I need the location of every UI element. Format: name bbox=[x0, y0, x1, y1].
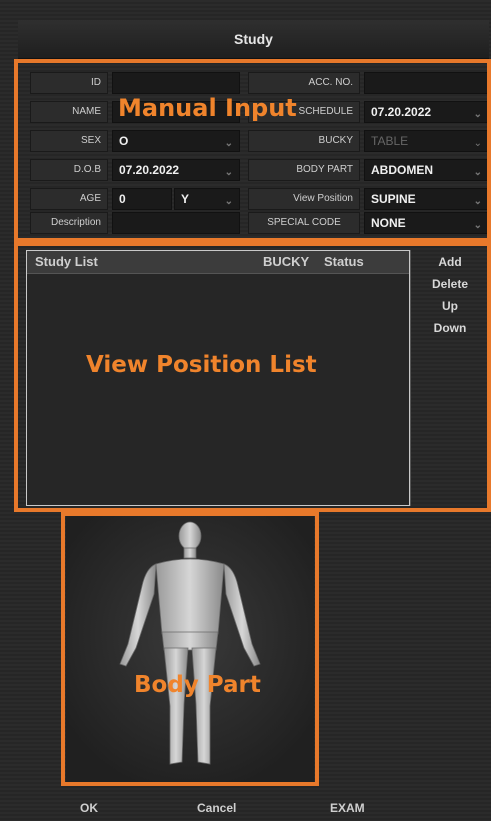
chevron-down-icon: ⌄ bbox=[224, 167, 233, 178]
description-label: Description bbox=[30, 212, 108, 234]
acc-no-label: ACC. NO. bbox=[248, 72, 360, 94]
study-list-header: Study List BUCKY Status bbox=[27, 251, 409, 274]
up-button[interactable]: Up bbox=[415, 299, 485, 313]
bucky-value: TABLE bbox=[371, 134, 409, 148]
id-label: ID bbox=[30, 72, 108, 94]
cancel-button[interactable]: Cancel bbox=[197, 801, 236, 815]
delete-button[interactable]: Delete bbox=[415, 277, 485, 291]
name-field[interactable] bbox=[112, 101, 240, 123]
sex-label: SEX bbox=[30, 130, 108, 152]
bucky-select[interactable]: TABLE ⌄ bbox=[364, 130, 489, 152]
column-header-bucky[interactable]: BUCKY bbox=[263, 254, 309, 269]
dob-value: 07.20.2022 bbox=[119, 163, 180, 177]
dob-label: D.O.B bbox=[30, 159, 108, 181]
special-code-select[interactable]: NONE ⌄ bbox=[364, 212, 489, 234]
column-header-status[interactable]: Status bbox=[324, 254, 364, 269]
window-title: Study bbox=[234, 31, 273, 47]
acc-no-field[interactable] bbox=[364, 72, 489, 94]
age-unit-select[interactable]: Y ⌄ bbox=[174, 188, 240, 210]
description-field[interactable] bbox=[112, 212, 240, 234]
body-part-label: BODY PART bbox=[248, 159, 360, 181]
column-header-study-list[interactable]: Study List bbox=[35, 254, 98, 269]
chevron-down-icon: ⌄ bbox=[473, 109, 482, 120]
down-button[interactable]: Down bbox=[415, 321, 485, 335]
window-title-bar: Study bbox=[18, 20, 489, 59]
view-position-value: SUPINE bbox=[371, 192, 416, 206]
sex-value: O bbox=[119, 134, 129, 148]
dob-select[interactable]: 07.20.2022 ⌄ bbox=[112, 159, 240, 181]
name-label: NAME bbox=[30, 101, 108, 123]
special-code-label: SPECIAL CODE bbox=[248, 212, 360, 234]
schedule-select[interactable]: 07.20.2022 ⌄ bbox=[364, 101, 489, 123]
id-field[interactable] bbox=[112, 72, 240, 94]
human-body-figure[interactable] bbox=[66, 516, 314, 782]
add-button[interactable]: Add bbox=[415, 255, 485, 269]
body-part-value: ABDOMEN bbox=[371, 163, 433, 177]
view-position-select[interactable]: SUPINE ⌄ bbox=[364, 188, 489, 210]
chevron-down-icon: ⌄ bbox=[473, 138, 482, 149]
chevron-down-icon: ⌄ bbox=[473, 196, 482, 207]
chevron-down-icon: ⌄ bbox=[473, 167, 482, 178]
bucky-label: BUCKY bbox=[248, 130, 360, 152]
body-part-selector[interactable] bbox=[66, 516, 314, 782]
study-list[interactable]: Study List BUCKY Status bbox=[26, 250, 410, 506]
schedule-value: 07.20.2022 bbox=[371, 105, 432, 119]
chevron-down-icon: ⌄ bbox=[473, 220, 482, 231]
chevron-down-icon: ⌄ bbox=[224, 138, 233, 149]
age-field[interactable]: 0 bbox=[112, 188, 172, 210]
age-unit-value: Y bbox=[181, 192, 190, 206]
age-label: AGE bbox=[30, 188, 108, 210]
divider bbox=[410, 250, 411, 506]
exam-button[interactable]: EXAM bbox=[330, 801, 365, 815]
schedule-label: SCHEDULE bbox=[248, 101, 360, 123]
special-code-value: NONE bbox=[371, 216, 406, 230]
sex-select[interactable]: O ⌄ bbox=[112, 130, 240, 152]
chevron-down-icon: ⌄ bbox=[224, 196, 233, 207]
body-part-select[interactable]: ABDOMEN ⌄ bbox=[364, 159, 489, 181]
view-position-label: View Position bbox=[248, 188, 360, 210]
ok-button[interactable]: OK bbox=[80, 801, 98, 815]
